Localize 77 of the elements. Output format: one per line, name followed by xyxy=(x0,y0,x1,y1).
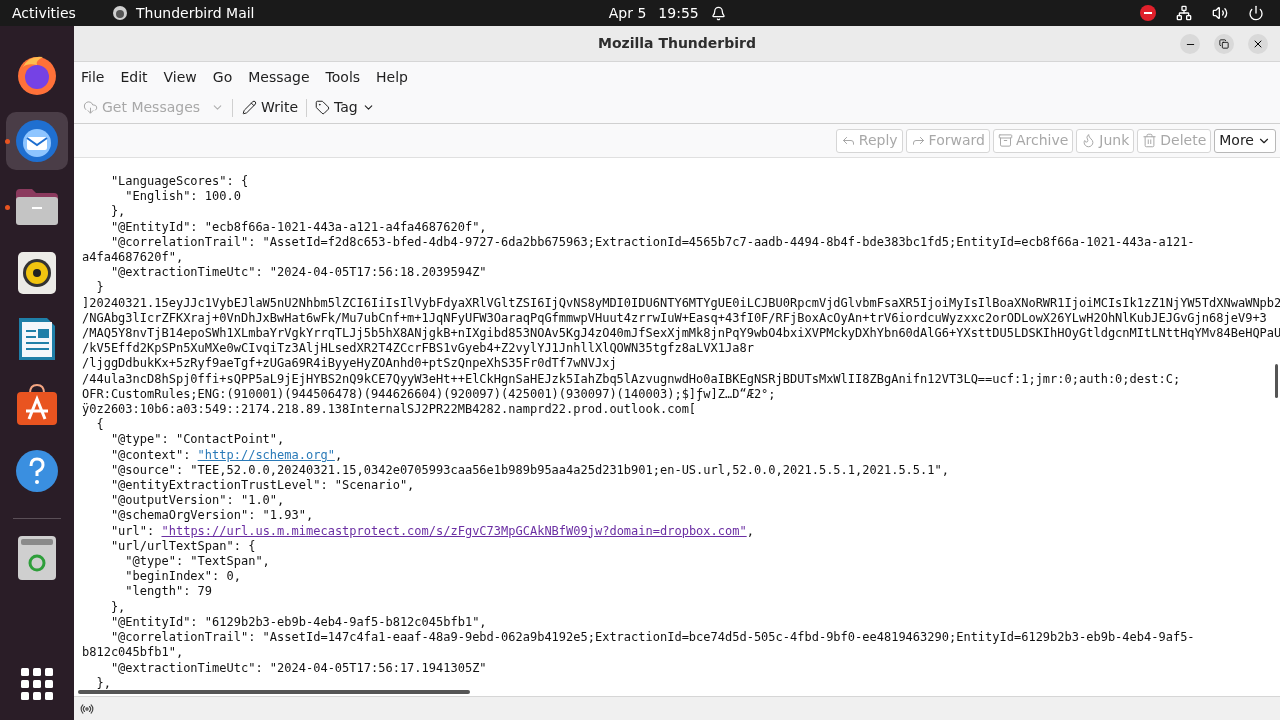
speaker-icon xyxy=(18,252,56,294)
folder-icon xyxy=(14,187,60,227)
signal-icon xyxy=(80,701,94,716)
code-line: { xyxy=(95,417,104,433)
code-line: "@type": "TextSpan", xyxy=(124,554,270,570)
app-icon xyxy=(112,5,128,21)
menu-item[interactable]: Message xyxy=(248,66,310,88)
code-line: OFR:CustomRules;ENG:(910001)(944506478)(944626604)(920097)(425001)(930097)(140003);$]ƒw]Z…D“Æ2°; xyxy=(82,386,776,403)
network-icon xyxy=(1176,5,1192,21)
menu-item[interactable]: View xyxy=(163,66,197,88)
power-icon xyxy=(1248,5,1264,21)
code-line: "@schemaOrgVersion": "1.93", xyxy=(109,508,314,524)
code-line: /ljggDdbukKx+5zRyf9aeTgf+zUGa69R4iByyeHyZOAnhd0+ptSzQnpeXhS35Fr0dTf7wNVJxj xyxy=(82,356,617,372)
bell-icon xyxy=(710,5,726,21)
close-icon xyxy=(1252,38,1264,50)
app-grid-icon xyxy=(21,668,53,700)
code-line: /44ula3ncD8hSpj0ffi+sQPP5aL9jEjHYBS2nQ9kCE7QyyW3eHt++ElCkHgnSaHEJzk5IahZbq5lAzvugnwdHo0aIBKEgNSRjBDUTsMxWlII8ZBgAnifn12VT3LQ==ucf:1;jmr:0;auth:0;dest:C; xyxy=(82,371,1181,387)
toolbar-button[interactable]: Tag xyxy=(312,94,378,121)
clock[interactable]: Apr 5 19:55 xyxy=(608,2,699,24)
app-name[interactable]: Thunderbird Mail xyxy=(136,2,255,24)
code-line: "@context": "http://schema.org", xyxy=(109,447,344,463)
code-line: "url/urlTextSpan": { xyxy=(109,538,256,555)
code-line: } xyxy=(95,280,104,296)
shopping-bag-icon xyxy=(15,383,59,427)
close-button[interactable] xyxy=(1248,34,1268,54)
code-line: "@entityExtractionTrustLevel": "Scenario", xyxy=(109,478,415,494)
activities-button[interactable]: Activities xyxy=(12,2,112,24)
toolbar-button[interactable]: Write xyxy=(239,94,302,121)
code-line: a4fa4687620f", xyxy=(82,250,184,266)
code-line: "@source": "TEE,52.0.0,20240321.15,0342e0705993caa56e1b989b95aa4a25d231b901;en-US.url,52.0.0,2021.5.5.1,2021.5.5.1", xyxy=(109,462,949,479)
code-line: "url": "https://url.us.m.mimecastprotect.com/s/zFgvC73MpGCAkNBfW09jw?domain=dropbox.com", xyxy=(109,523,755,539)
code-line: "beginIndex": 0, xyxy=(124,569,241,585)
code-line: "LanguageScores": { xyxy=(109,174,249,190)
thunderbird-icon xyxy=(13,117,61,165)
link[interactable]: "https://url.us.m.mimecastprotect.com/s/zFgvC73MpGCAkNBfW09jw?domain=dropbox.com" xyxy=(161,523,747,538)
code-line: /kV5Effd2KpSPn5XuMXe0wCIvqiTz3AljHLsedXR2T4ZCcrFBS1vGyeb4+Z2vylYJ1JnhllXlQOWN35tgfz8aLVX1Ja8r xyxy=(82,341,754,357)
code-line: "@extractionTimeUtc": "2024-04-05T17:56:18.2039594Z" xyxy=(109,265,487,281)
header-button[interactable]: More xyxy=(1214,128,1276,153)
code-line: "@extractionTimeUtc": "2024-04-05T17:56:17.1941305Z" xyxy=(109,660,487,676)
blocked-icon xyxy=(1140,5,1156,21)
menu-item[interactable]: Go xyxy=(212,66,233,88)
window-title: Mozilla Thunderbird xyxy=(597,34,756,53)
code-line: }, xyxy=(109,599,126,615)
code-line: }, xyxy=(109,204,126,220)
archive-icon xyxy=(997,133,1013,148)
code-line: "@correlationTrail": "AssetId=147c4fa1-eaaf-48a9-9ebd-062a9b4192e5;ExtractionId=bce74d5d-505c-4fbd-9bf0-ee4819463290;EntityId=6129b2b3-eb9b-4eb4-9af5- xyxy=(109,630,1195,646)
code-line: b812c045bfb1", xyxy=(82,645,184,661)
code-line: "@correlationTrail": "AssetId=f2d8c653-bfed-4db4-9727-6da2bb675963;ExtractionId=4565b7c7-aadb-4494-8b4f-bde383bc1fd5;EntityId=ecb8f66a-1021-443a-a121- xyxy=(109,234,1195,250)
menu-item[interactable]: Help xyxy=(376,66,408,88)
menu-item[interactable]: Tools xyxy=(325,66,361,88)
code-line: "@outputVersion": "1.0", xyxy=(109,493,285,509)
tag-icon xyxy=(315,100,331,115)
code-line: "@EntityId": "ecb8f66a-1021-443a-a121-a4fa4687620f", xyxy=(109,219,487,235)
code-line: "length": 79 xyxy=(124,584,213,600)
code-line: /NGAbg3lIcrZFKXraj+0VnDhJxBwHat6wFk/Mu7ubCnf+m+1JqNFyUFW3OaraqPqGfmmwpVHuut4zrrwIuW+Easq+43fI0F/RFjBoxAcOyAn+trV6iordcuWyzxxc2orODLowX26YLwH2OhNlKubJEJGvGjn68jeV9+3 xyxy=(82,310,1267,327)
code-line: }, xyxy=(95,675,111,691)
trash-icon xyxy=(1142,133,1158,148)
dock-item[interactable] xyxy=(6,112,68,170)
document-icon xyxy=(17,316,57,362)
code-line: "@type": "ContactPoint", xyxy=(109,432,285,448)
code-line: ]20240321.15eyJJc1VybEJlaW5nU2Nhbm5lZCI6IiIsIlVybFdyaXRlVGltZSI6IjQvNS8yMDI0IDU6NTY6MTYgUE0iLCJBU0RpcmVjdGlvbmFsaXR5IjoiMyIsIlBoaXNoRWR1IjoiMCIsIk1zZ1NjYW5TdXNwaWNpb2 xyxy=(82,295,1280,311)
pencil-icon xyxy=(242,100,258,115)
cloud-download-icon xyxy=(83,100,98,115)
code-line: ÿ0z2603:10b6:a03:549::2174.218.89.138InternalSJ2PR22MB4282.namprd22.prod.outlook.com[ xyxy=(82,402,697,418)
restore-button[interactable] xyxy=(1214,34,1234,54)
scrollbar-thumb[interactable] xyxy=(1275,364,1278,398)
code-line: "English": 100.0 xyxy=(124,189,241,205)
scrollbar-thumb[interactable] xyxy=(78,690,470,694)
code-line: /MAQ5Y8nvTjB14epoSWh1XLmbaYrVgkYrrqTLJj5b5hX8ANjgkB+nIXgibd853NOAv5KgJ4zO40mJfSexXjmMk8jnPqY9wbO4bxiXVPMckyDXhYbn60dAlG6+YXsttDU5LDSKIhHOyGtldgcnMItLNttHqYMv84BeHQPaU xyxy=(82,326,1280,342)
volume-icon xyxy=(1212,5,1228,21)
restore-icon xyxy=(1219,39,1229,49)
trash-icon xyxy=(18,536,56,580)
link[interactable]: "http://schema.org" xyxy=(197,447,335,462)
menu-item[interactable]: File xyxy=(81,66,105,88)
help-icon xyxy=(15,449,59,493)
code-line: "@EntityId": "6129b2b3-eb9b-4eb4-9af5-b812c045bfb1", xyxy=(109,614,487,631)
menu-item[interactable]: Edit xyxy=(120,66,148,88)
